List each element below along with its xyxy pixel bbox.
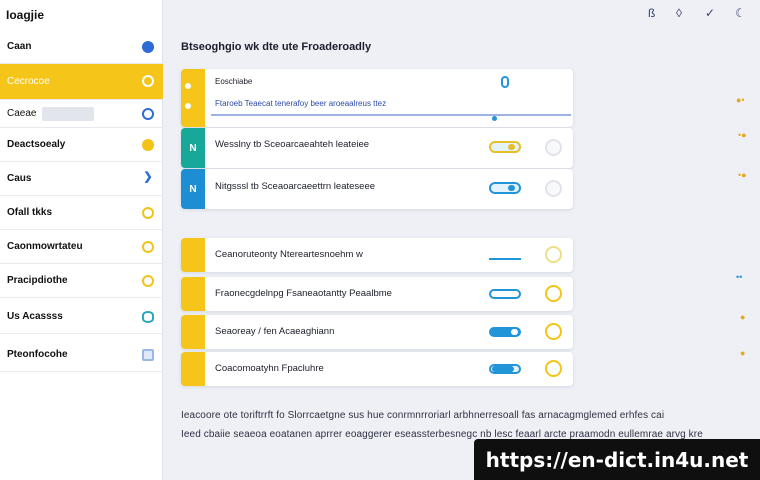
indicator-icon: ● [740,312,746,322]
cursor-dot [492,116,497,121]
stripe-letter: N [189,183,197,195]
settings-card-1: Eoschiabe Ftaroeb Teaecat tenerafoy beer… [181,69,573,127]
sidebar: Ioagjie Caan Cecrocoe Caeae Deactsoealy … [0,0,163,480]
page-title: Btseoghgio wk dte ute Froaderoadly [181,41,372,53]
indicator-icon: •● [738,130,747,140]
bell-icon[interactable]: ß [648,6,655,20]
sidebar-item-10[interactable]: Pteonfocohe [0,338,163,372]
settings-icon [142,75,154,87]
sidebar-item-label: Caus [7,173,32,184]
toggle-switch[interactable] [489,250,521,260]
radio-button[interactable] [545,246,562,263]
check-icon[interactable]: ✓ [705,6,715,20]
sidebar-item-8[interactable]: Pracipdiothe [0,264,163,298]
toggle-switch[interactable] [489,141,521,153]
indicator-icon: •● [738,170,747,180]
card-label: Ceanoruteonty Ntereartesnoehm w [215,249,363,260]
sidebar-item-label: Deactsoealy [7,139,66,150]
search-icon[interactable] [142,108,154,120]
sidebar-item-label: Caonmowrtateu [7,241,83,252]
sidebar-item-label: Ofall tkks [7,207,53,218]
card-stripe [181,69,205,127]
sidebar-item-6[interactable]: Ofall tkks [0,196,163,230]
indicator-icon: •• [736,272,743,282]
card-stripe: N [181,169,205,209]
app-title: Ioagjie [6,8,45,22]
settings-card-3: N Nitgsssl tb Sceaoarcaeettrn leateseee [181,169,573,209]
circle-icon [142,139,154,151]
circle-icon [142,207,154,219]
sidebar-item-9[interactable]: Us Acassss [0,300,163,334]
sidebar-item-label: Caan [7,41,32,52]
toggle-switch[interactable] [489,327,521,337]
moon-icon[interactable]: ☾ [735,6,746,20]
card-label: Fraonecgdelnpg Fsaneaotantty Peaalbme [215,288,392,299]
indicator-icon: ● [740,348,746,358]
sidebar-item-5[interactable]: Caus ❯ [0,162,163,196]
circle-icon [142,241,154,253]
toggle-switch[interactable] [489,289,521,299]
watermark: https://en-dict.in4u.net [474,439,760,480]
radio-button[interactable] [545,285,562,302]
card-label: Coacomoatyhn Fpacluhre [215,363,324,374]
settings-card-5: Fraonecgdelnpg Fsaneaotantty Peaalbme [181,277,573,311]
sidebar-item-1[interactable]: Caan [0,30,163,64]
info-icon [142,41,154,53]
text-input[interactable]: Ftaroeb Teaecat tenerafoy beer aroeaalre… [211,96,571,116]
settings-card-4: Ceanoruteonty Ntereartesnoehm w [181,238,573,272]
toggle-switch[interactable] [489,182,521,194]
sidebar-item-7[interactable]: Caonmowrtateu [0,230,163,264]
sidebar-item-label: Caeae [7,108,37,119]
indicator-icon: ●• [736,95,745,105]
card-stripe [181,315,205,349]
card-label: Eoschiabe [215,77,253,86]
radio-button[interactable] [545,139,562,156]
shield-icon[interactable]: ◊ [676,6,682,20]
dot-icon [185,83,191,89]
document-icon [142,349,154,361]
card-label: Seaoreay / fen Acaeaghiann [215,326,335,337]
sidebar-item-label: Us Acassss [7,311,63,322]
radio-button[interactable] [545,323,562,340]
settings-card-6: Seaoreay / fen Acaeaghiann [181,315,573,349]
footer-text-line1: Ieacoore ote toriftrrft fo Slorrcaetgne … [181,410,665,421]
card-label: Wesslny tb Sceoarcaeahteh leateiee [215,139,370,150]
sidebar-item-label: Cecrocoe [7,76,50,87]
card-stripe [181,352,205,386]
search-input[interactable] [42,106,95,121]
dot-icon [185,103,191,109]
stripe-letter: N [189,142,197,154]
card-stripe [181,277,205,311]
sidebar-item-3[interactable]: Caeae [0,100,163,128]
settings-card-7: Coacomoatyhn Fpacluhre [181,352,573,386]
sidebar-item-label: Pracipdiothe [7,275,68,286]
eye-icon [142,311,154,323]
sidebar-item-4[interactable]: Deactsoealy [0,128,163,162]
card-stripe: N [181,128,205,168]
radio-button[interactable] [545,180,562,197]
sidebar-item-2[interactable]: Cecrocoe [0,64,163,100]
radio-button[interactable] [545,360,562,377]
settings-card-2: N Wesslny tb Sceoarcaeahteh leateiee [181,128,573,168]
circle-icon [142,275,154,287]
card-stripe [181,238,205,272]
input-value: Ftaroeb Teaecat tenerafoy beer aroeaalre… [215,99,387,108]
card-label: Nitgsssl tb Sceaoarcaeettrn leateseee [215,181,376,192]
sidebar-item-label: Pteonfocohe [7,349,68,360]
chevron-icon: ❯ [143,171,153,183]
info-icon[interactable] [501,76,509,88]
toggle-switch[interactable] [489,364,521,374]
